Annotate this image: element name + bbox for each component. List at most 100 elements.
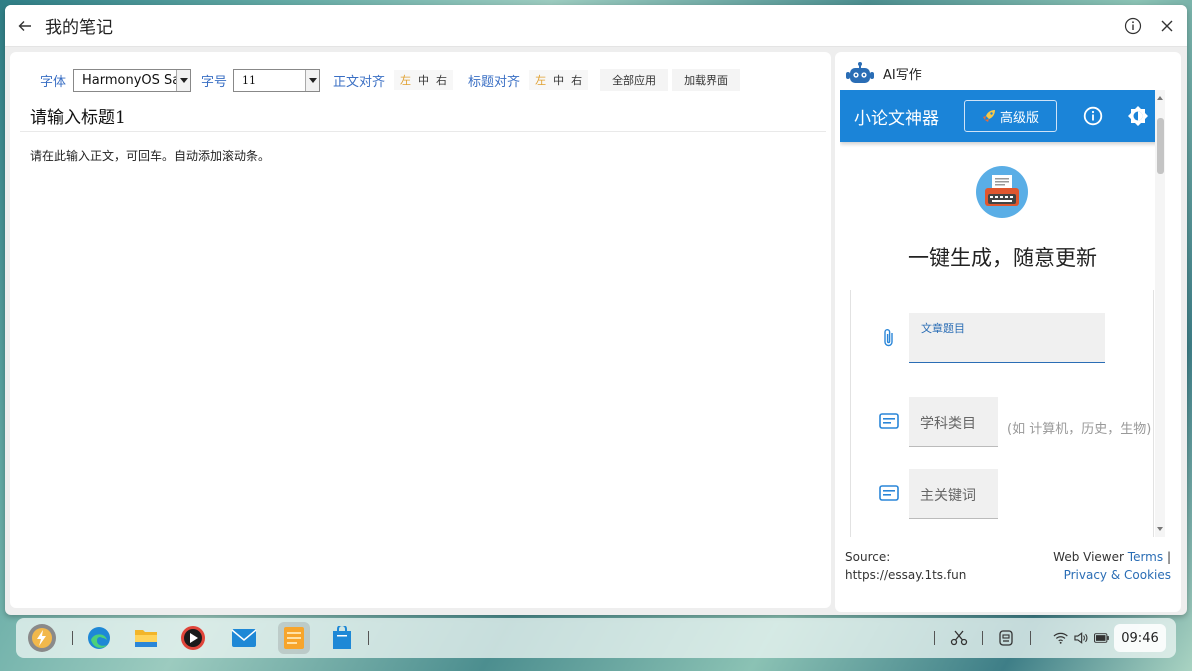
start-icon — [28, 624, 56, 652]
subject-placeholder: 学科类目 — [920, 416, 976, 432]
taskbar-separator — [368, 631, 369, 645]
keyboard-icon — [879, 413, 899, 429]
size-select[interactable]: 11 — [233, 68, 321, 92]
note-editor: 字体 HarmonyOS Sa 字号 11 正文对齐 左 中 右 标题对齐 左 … — [10, 52, 831, 608]
media-player-button[interactable] — [177, 622, 209, 654]
body-align-label: 正文对齐 — [333, 74, 386, 90]
format-toolbar: 字体 HarmonyOS Sa 字号 11 正文对齐 左 中 右 标题对齐 左 … — [10, 62, 831, 98]
title-align-label: 标题对齐 — [468, 74, 521, 90]
title-align-right[interactable]: 右 — [571, 72, 582, 88]
size-dropdown-arrow-icon — [305, 69, 320, 91]
info-circle-icon — [1083, 106, 1103, 126]
essay-form: 文章题目 学科类目 (如 计算机，历史，生物) 主关键词 — [850, 290, 1154, 537]
ai-panel-title: AI写作 — [883, 67, 922, 83]
font-dropdown-arrow-icon — [176, 69, 191, 91]
title-align-group: 左 中 右 — [529, 70, 589, 90]
essay-app-name: 小论文神器 — [854, 108, 939, 129]
source-info: Source: https://essay.1ts.fun — [845, 548, 966, 584]
web-viewer-label: Web Viewer — [1053, 550, 1124, 564]
window-title: 我的笔记 — [45, 18, 113, 38]
store-icon — [333, 626, 351, 649]
robot-icon — [846, 62, 874, 83]
load-ui-button[interactable]: 加载界面 — [672, 69, 741, 91]
back-button[interactable] — [5, 5, 45, 47]
scrollbar-thumb[interactable] — [1157, 118, 1164, 174]
info-button[interactable] — [1123, 16, 1143, 36]
size-select-value: 11 — [242, 73, 257, 87]
taskbar-clock[interactable]: 09:46 — [1114, 624, 1166, 652]
source-url: https://essay.1ts.fun — [845, 568, 967, 582]
close-icon — [1161, 20, 1173, 32]
wifi-icon — [1053, 632, 1068, 644]
store-button[interactable] — [326, 622, 358, 654]
title-bar: 我的笔记 — [5, 5, 1187, 47]
size-label: 字号 — [201, 74, 228, 90]
taskbar: 09:46 — [16, 618, 1176, 658]
keyboard-icon — [879, 485, 899, 501]
title-align-center[interactable]: 中 — [553, 72, 564, 88]
web-viewer: 小论文神器 高级版 一键生成，随意更新 文章题目 学科类目 (如 计算机，历史，… — [840, 90, 1165, 537]
essay-app-bar: 小论文神器 高级版 — [840, 90, 1165, 142]
taskbar-separator — [934, 631, 935, 645]
slogan-text: 一键生成，随意更新 — [908, 246, 1097, 270]
ai-panel-header: AI写作 — [845, 60, 922, 86]
system-tray[interactable] — [1053, 626, 1109, 650]
theme-toggle-button[interactable] — [1126, 104, 1150, 128]
essay-title-field[interactable]: 文章题目 — [909, 313, 1105, 363]
keyword-field[interactable]: 主关键词 — [909, 469, 998, 519]
title-align-left[interactable]: 左 — [535, 72, 546, 88]
body-align-center[interactable]: 中 — [418, 72, 429, 88]
note-title-input[interactable]: 请输入标题1 — [20, 104, 826, 132]
brightness-icon — [1128, 106, 1148, 126]
taskbar-separator — [1030, 631, 1031, 645]
privacy-link[interactable]: Privacy & Cookies — [1064, 568, 1171, 582]
back-arrow-icon — [18, 20, 31, 31]
assistant-icon — [999, 630, 1013, 646]
close-button[interactable] — [1157, 16, 1177, 36]
scroll-up-arrow-icon — [1157, 96, 1163, 100]
screenshot-button[interactable] — [943, 622, 975, 654]
footer-separator: | — [1166, 550, 1171, 564]
body-align-left[interactable]: 左 — [400, 72, 411, 88]
info-icon — [1124, 17, 1142, 35]
battery-icon — [1093, 633, 1109, 643]
pro-version-button[interactable]: 高级版 — [964, 100, 1057, 132]
mail-button[interactable] — [228, 622, 260, 654]
subject-hint: (如 计算机，历史，生物) — [1007, 422, 1152, 437]
file-explorer-icon — [135, 630, 157, 647]
volume-icon — [1074, 632, 1088, 644]
ai-writing-panel: AI写作 小论文神器 高级版 一键生成，随意更新 文章题目 学科类目 (如 计算… — [835, 52, 1181, 612]
scissors-icon — [950, 630, 968, 646]
keyword-placeholder: 主关键词 — [920, 488, 976, 504]
pro-version-label: 高级版 — [999, 110, 1039, 126]
edge-icon — [88, 627, 110, 649]
edge-button[interactable] — [83, 622, 115, 654]
web-viewer-scrollbar[interactable] — [1155, 90, 1165, 537]
paperclip-icon — [884, 329, 893, 347]
terms-link[interactable]: Terms — [1128, 550, 1163, 564]
file-explorer-button[interactable] — [130, 622, 162, 654]
assistant-button[interactable] — [990, 622, 1022, 654]
note-body-input[interactable]: 请在此输入正文，可回车。自动添加滚动条。 — [20, 147, 826, 597]
font-select-value: HarmonyOS Sa — [82, 72, 181, 88]
font-label: 字体 — [40, 74, 67, 90]
subject-field[interactable]: 学科类目 — [909, 397, 998, 447]
font-select[interactable]: HarmonyOS Sa — [73, 68, 192, 92]
apply-all-button[interactable]: 全部应用 — [600, 69, 669, 91]
taskbar-separator — [982, 631, 983, 645]
source-label: Source: — [845, 550, 891, 564]
notes-app-icon — [284, 627, 304, 649]
notes-app-button[interactable] — [278, 622, 310, 654]
app-window: 我的笔记 字体 HarmonyOS Sa 字号 11 正文对齐 左 中 右 标题… — [5, 5, 1187, 615]
scroll-down-arrow-icon — [1157, 527, 1163, 531]
body-align-right[interactable]: 右 — [436, 72, 447, 88]
typewriter-icon — [976, 166, 1028, 218]
rocket-icon — [982, 110, 995, 122]
body-align-group: 左 中 右 — [394, 70, 454, 90]
media-player-icon — [181, 626, 205, 650]
essay-title-label: 文章题目 — [921, 322, 965, 335]
app-info-button[interactable] — [1081, 104, 1105, 128]
taskbar-separator — [72, 631, 73, 645]
start-button[interactable] — [26, 622, 58, 654]
web-viewer-footer: Web Viewer Terms | Privacy & Cookies — [1053, 548, 1171, 584]
